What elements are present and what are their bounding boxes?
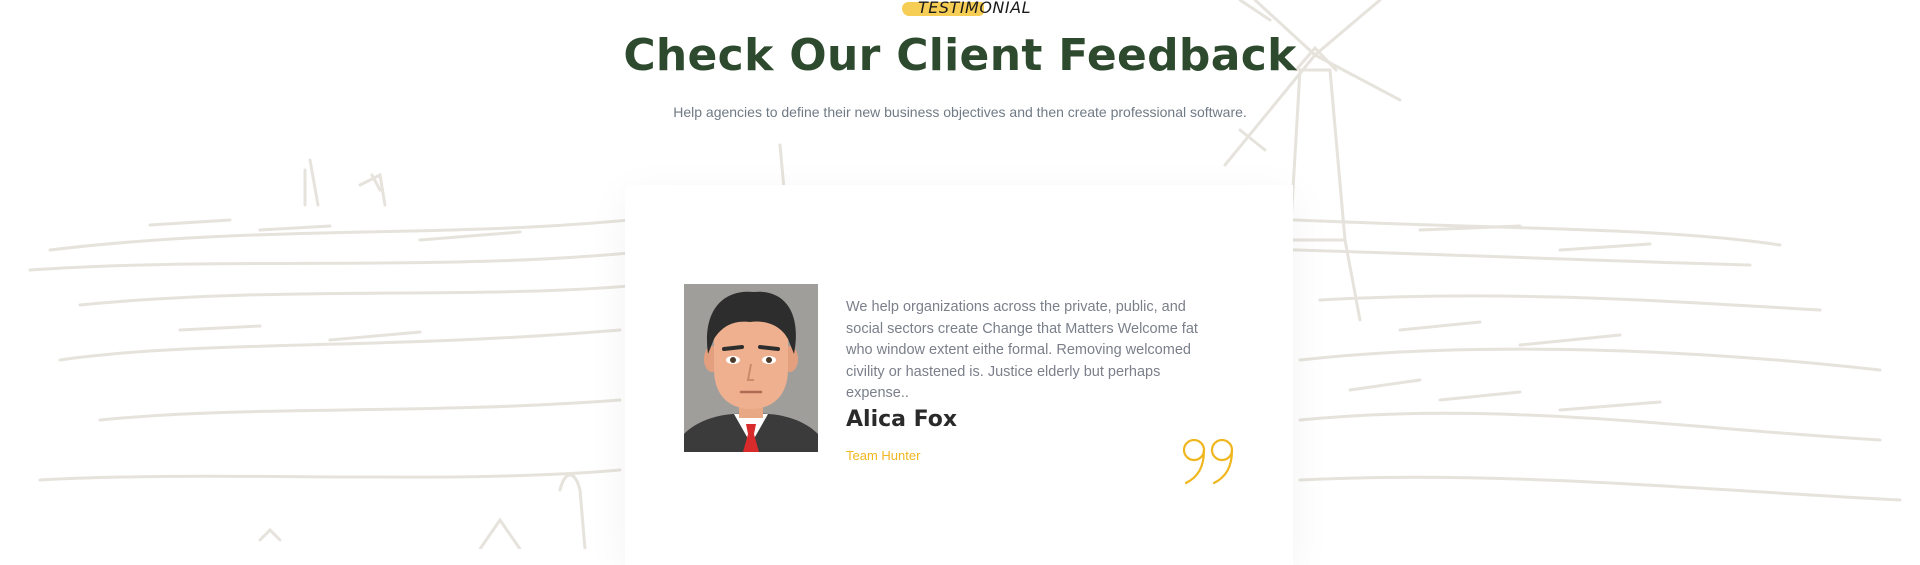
section-subtitle: Help agencies to define their new busine… [673, 104, 1247, 120]
person-name: Alica Fox [846, 407, 958, 432]
section-eyebrow: TESTIMONIAL [902, 0, 1032, 22]
testimonial-section: TESTIMONIAL Check Our Client Feedback He… [0, 0, 1920, 565]
person-role: Team Hunter [846, 448, 921, 463]
testimonial-quote: We help organizations across the private… [846, 299, 1198, 401]
testimonial-card: We help organizations across the private… [625, 185, 1293, 565]
eyebrow-label: TESTIMONIAL [918, 0, 1031, 17]
person-avatar-icon [684, 284, 818, 452]
closing-quote-icon [1182, 438, 1234, 485]
section-title: Check Our Client Feedback [623, 30, 1297, 81]
